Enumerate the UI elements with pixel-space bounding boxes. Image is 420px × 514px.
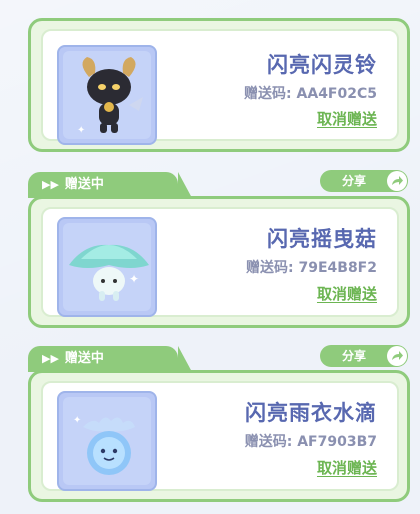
gift-code: 赠送码: 79E4B8F2: [246, 260, 377, 276]
gift-card-3: ✦ 闪亮雨衣水滴 赠送码: AF7903B7 取消赠送: [28, 370, 410, 502]
pet-name: 闪亮闪灵铃: [267, 53, 377, 77]
gifting-status-tag: ▶▶ 赠送中: [28, 172, 192, 198]
pet-thumbnail: ✦: [57, 45, 157, 145]
gift-code: 赠送码: AA4F02C5: [244, 86, 377, 102]
dark-goat-creature-icon: ✦: [77, 57, 143, 136]
gifting-status-tag: ▶▶ 赠送中: [28, 346, 192, 372]
pet-thumbnail: ✦: [57, 391, 157, 491]
gift-card-inner: ✦ 闪亮雨衣水滴 赠送码: AF7903B7 取消赠送: [41, 381, 399, 491]
gifting-status-label: 赠送中: [64, 351, 104, 366]
pet-name: 闪亮摇曳菇: [267, 227, 377, 251]
cancel-gift-button[interactable]: 取消赠送: [317, 108, 377, 129]
gift-card-inner: ✦ 闪亮摇曳菇 赠送码: 79E4B8F2 取消赠送: [41, 207, 399, 317]
share-label: 分享: [342, 349, 367, 363]
water-drop-creature-icon: ✦: [73, 415, 135, 475]
share-button[interactable]: 分享: [320, 345, 408, 367]
cancel-gift-button[interactable]: 取消赠送: [317, 283, 377, 304]
double-arrow-icon: ▶▶: [42, 352, 59, 365]
gift-card-1: ✦ 闪亮闪灵铃 赠送码: AA4F02C5 取消赠送: [28, 18, 410, 152]
mint-mushroom-creature-icon: ✦: [69, 244, 149, 301]
svg-text:✦: ✦: [129, 272, 139, 286]
double-arrow-icon: ▶▶: [42, 178, 59, 191]
svg-text:✦: ✦: [77, 125, 85, 136]
share-arrow-icon: [387, 171, 407, 191]
gifting-status-label: 赠送中: [64, 177, 104, 192]
share-arrow-icon: [387, 346, 407, 366]
share-button[interactable]: 分享: [320, 170, 408, 192]
svg-text:✦: ✦: [73, 415, 81, 426]
gift-card-inner: ✦ 闪亮闪灵铃 赠送码: AA4F02C5 取消赠送: [41, 29, 399, 145]
pet-thumbnail: ✦: [57, 217, 157, 317]
cancel-gift-button[interactable]: 取消赠送: [317, 457, 377, 478]
gift-card-2: ✦ 闪亮摇曳菇 赠送码: 79E4B8F2 取消赠送: [28, 196, 410, 328]
share-label: 分享: [342, 174, 367, 188]
pet-name: 闪亮雨衣水滴: [245, 401, 377, 425]
gift-code: 赠送码: AF7903B7: [244, 434, 377, 450]
